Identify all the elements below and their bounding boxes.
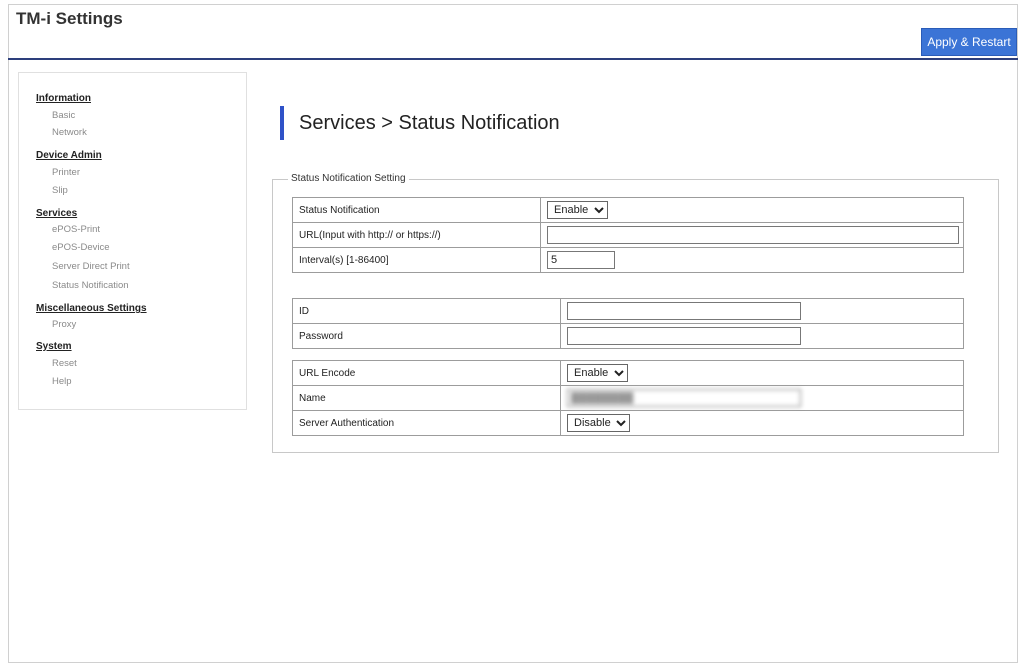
url-cell	[540, 222, 964, 248]
row-url-encode: URL Encode Enable	[292, 360, 964, 386]
password-label: Password	[292, 323, 561, 349]
app-title: TM-i Settings	[16, 9, 123, 28]
id-input[interactable]	[567, 302, 801, 320]
sidebar-item-network[interactable]: Network	[52, 127, 87, 138]
status-notification-select[interactable]: Enable	[547, 201, 608, 219]
sidebar-group-device-admin[interactable]: Device Admin	[36, 150, 102, 161]
row-url: URL(Input with http:// or https://)	[292, 222, 964, 248]
fieldset-legend: Status Notification Setting	[288, 173, 409, 184]
sidebar-item-slip[interactable]: Slip	[52, 185, 68, 196]
url-encode-select[interactable]: Enable	[567, 364, 628, 382]
row-password: Password	[292, 323, 964, 349]
name-input[interactable]	[567, 389, 801, 407]
row-server-authentication: Server Authentication Disable	[292, 410, 964, 436]
notification-settings-group: Status Notification Enable URL(Input wit…	[292, 197, 964, 273]
sidebar-group-information[interactable]: Information	[36, 93, 91, 104]
credentials-group: ID Password	[292, 298, 964, 349]
status-notification-cell: Enable	[540, 197, 964, 223]
sidebar-group-system[interactable]: System	[36, 341, 72, 352]
url-encode-cell: Enable	[560, 360, 964, 386]
page-title: Services > Status Notification	[299, 112, 560, 134]
interval-input[interactable]	[547, 251, 615, 269]
status-notification-label: Status Notification	[292, 197, 541, 223]
url-encode-label: URL Encode	[292, 360, 561, 386]
server-auth-select[interactable]: Disable	[567, 414, 630, 432]
sidebar-item-epos-print[interactable]: ePOS-Print	[52, 224, 100, 235]
server-auth-cell: Disable	[560, 410, 964, 436]
sidebar-item-server-direct-print[interactable]: Server Direct Print	[52, 261, 130, 272]
row-id: ID	[292, 298, 964, 324]
interval-cell	[540, 247, 964, 273]
id-cell	[560, 298, 964, 324]
apply-restart-button[interactable]: Apply & Restart	[921, 28, 1017, 56]
sidebar-item-status-notification[interactable]: Status Notification	[52, 280, 129, 291]
server-auth-label: Server Authentication	[292, 410, 561, 436]
sidebar-item-basic[interactable]: Basic	[52, 110, 75, 121]
row-status-notification: Status Notification Enable	[292, 197, 964, 223]
password-input[interactable]	[567, 327, 801, 345]
interval-label: Interval(s) [1-86400]	[292, 247, 541, 273]
name-label: Name	[292, 385, 561, 411]
sidebar-group-services[interactable]: Services	[36, 208, 77, 219]
url-input[interactable]	[547, 226, 959, 244]
sidebar-item-reset[interactable]: Reset	[52, 358, 77, 369]
sidebar-item-proxy[interactable]: Proxy	[52, 319, 76, 330]
sidebar-item-epos-device[interactable]: ePOS-Device	[52, 242, 110, 253]
sidebar-item-printer[interactable]: Printer	[52, 167, 80, 178]
url-label: URL(Input with http:// or https://)	[292, 222, 541, 248]
password-cell	[560, 323, 964, 349]
row-name: Name	[292, 385, 964, 411]
id-label: ID	[292, 298, 561, 324]
sidebar-item-help[interactable]: Help	[52, 376, 72, 387]
row-interval: Interval(s) [1-86400]	[292, 247, 964, 273]
page-title-accent	[280, 106, 284, 140]
name-cell	[560, 385, 964, 411]
header-divider	[8, 58, 1018, 60]
sidebar-group-misc-settings[interactable]: Miscellaneous Settings	[36, 303, 147, 314]
encoding-group: URL Encode Enable Name Server Authentica…	[292, 360, 964, 436]
